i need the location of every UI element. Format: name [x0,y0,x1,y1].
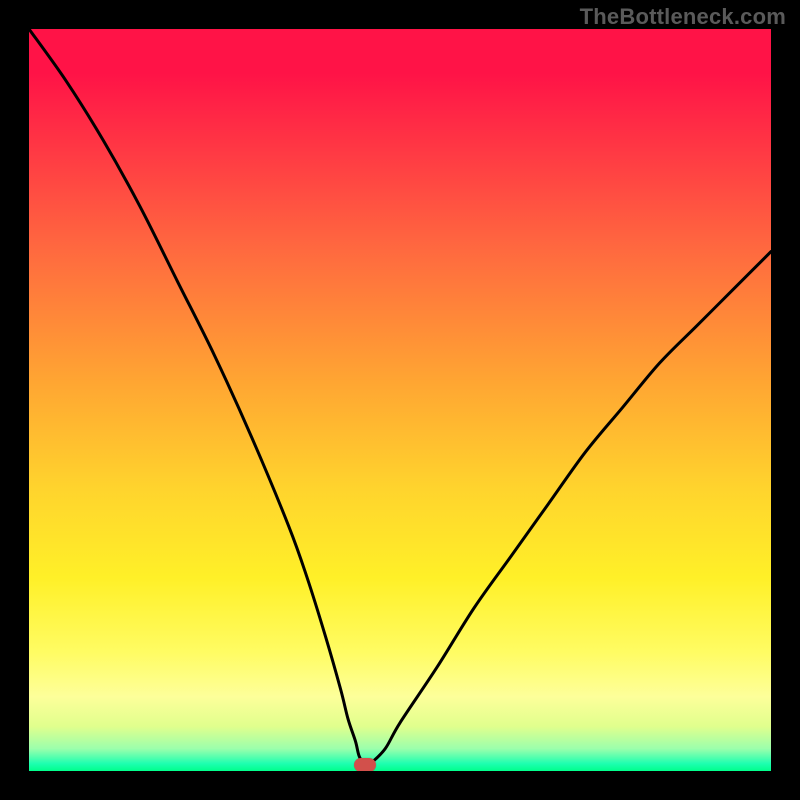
optimal-point-marker [354,758,376,771]
plot-area [29,29,771,771]
curve-layer [29,29,771,771]
bottleneck-curve [29,29,771,766]
watermark-label: TheBottleneck.com [580,4,786,30]
frame: TheBottleneck.com [0,0,800,800]
